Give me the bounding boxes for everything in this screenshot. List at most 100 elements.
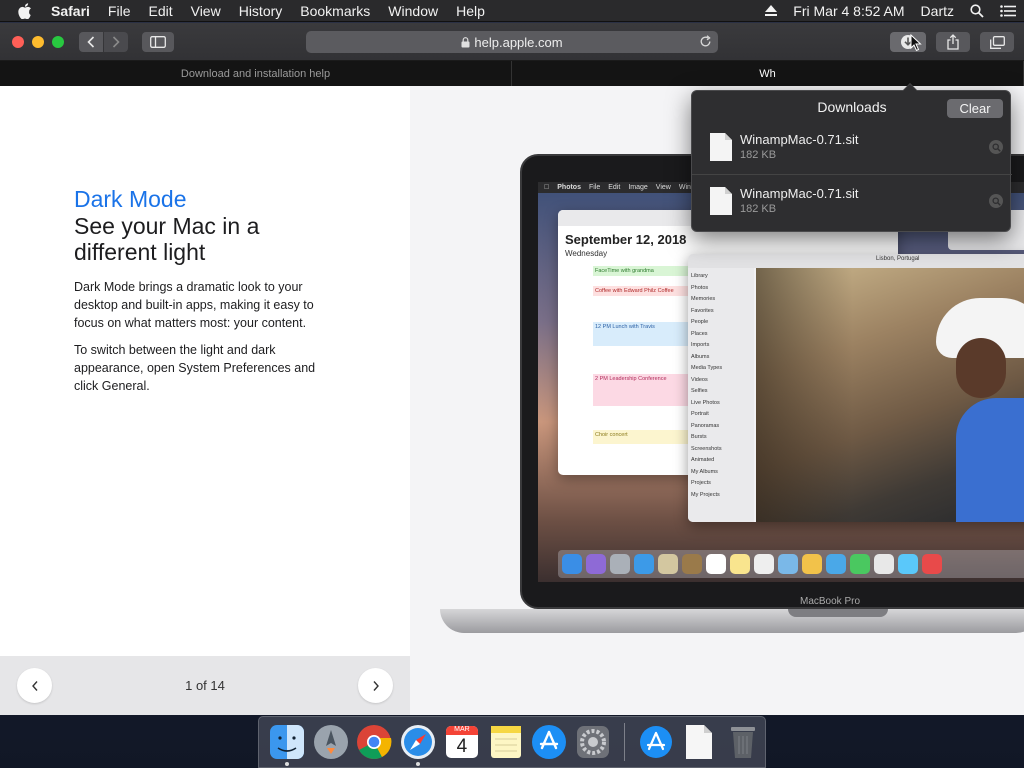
mock-sidebar-item: My Projects	[691, 491, 720, 498]
mock-sidebar-item: Videos	[691, 376, 708, 383]
app-store-icon	[532, 725, 567, 759]
download-filesize: 182 KB	[740, 149, 777, 161]
lock-icon	[461, 36, 470, 48]
mock-photos-window: Library Photos Memories Favorites People…	[688, 254, 1024, 522]
menu-user[interactable]: Dartz	[913, 3, 962, 19]
mock-sidebar-item: Places	[691, 330, 708, 337]
downloads-button[interactable]	[890, 32, 926, 52]
chevron-right-icon	[372, 680, 379, 691]
mock-photo-shirt	[956, 398, 1024, 522]
calendar-day: 4	[456, 736, 468, 757]
running-indicator	[285, 762, 289, 766]
download-item[interactable]: WinampMac-0.71.sit 182 KB	[692, 122, 1012, 175]
mock-sidebar-item: Library	[691, 273, 708, 279]
slide-pager: 1 of 14	[0, 656, 410, 715]
mock-photo-location: Lisbon, Portugal	[876, 256, 920, 262]
address-bar[interactable]: help.apple.com	[306, 31, 718, 53]
show-in-finder-button[interactable]	[989, 194, 1003, 208]
clear-downloads-button[interactable]: Clear	[947, 99, 1003, 118]
reload-icon[interactable]	[699, 35, 712, 48]
mock-dock-icon	[634, 554, 654, 574]
close-window-button[interactable]	[12, 36, 24, 48]
mock-dock-icon	[706, 554, 726, 574]
tabs-overview-icon	[989, 35, 1005, 49]
dock-separator	[623, 723, 625, 761]
dock-calendar[interactable]: MAR 4	[443, 723, 481, 761]
tab-whats-new[interactable]: Wh	[512, 61, 1024, 86]
popover-arrow-inner	[903, 84, 917, 91]
mock-sidebar-item: Bursts	[691, 434, 707, 440]
menu-file[interactable]: File	[99, 3, 140, 19]
mock-menu-image: Image	[623, 184, 647, 191]
sidebar-toggle-button[interactable]	[142, 32, 174, 52]
previous-slide-button[interactable]	[17, 668, 52, 703]
dock-document[interactable]	[681, 723, 719, 761]
notification-center-icon[interactable]	[992, 4, 1024, 17]
menu-app-safari[interactable]: Safari	[42, 3, 99, 19]
notes-icon	[490, 726, 521, 758]
minimize-window-button[interactable]	[32, 36, 44, 48]
mock-sidebar-item: Photos	[691, 284, 709, 291]
feature-text-panel: Dark Mode See your Mac in a different li…	[0, 86, 410, 715]
dock-system-preferences[interactable]	[574, 723, 612, 761]
running-indicator	[416, 762, 421, 766]
chevron-left-icon	[31, 680, 38, 691]
dock-app-store[interactable]	[530, 723, 568, 761]
menu-help[interactable]: Help	[447, 3, 494, 19]
dock: MAR 4	[258, 716, 766, 768]
dock-safari[interactable]	[399, 723, 437, 766]
trash-icon	[731, 727, 756, 758]
mock-photo-face	[956, 338, 1006, 398]
chevron-right-icon	[112, 36, 120, 48]
menu-clock[interactable]: Fri Mar 4 8:52 AM	[785, 3, 912, 19]
tab-download-help[interactable]: Download and installation help	[0, 61, 512, 86]
mock-calendar-date: September 12, 2018	[565, 232, 687, 247]
forward-button[interactable]	[104, 32, 128, 52]
download-item[interactable]: WinampMac-0.71.sit 182 KB	[692, 176, 1012, 229]
macbook-screen:  Photos File Edit Image View Window Sep…	[538, 182, 1024, 582]
document-icon	[686, 725, 713, 759]
slide-counter: 1 of 14	[185, 678, 225, 693]
menu-history[interactable]: History	[230, 3, 292, 19]
show-in-finder-button[interactable]	[989, 140, 1003, 154]
mock-photos-sidebar: Library Photos Memories Favorites People…	[688, 268, 754, 522]
dock-finder[interactable]	[268, 723, 306, 766]
menu-edit[interactable]: Edit	[139, 3, 181, 19]
menu-window[interactable]: Window	[379, 3, 447, 19]
back-button[interactable]	[79, 32, 103, 52]
safari-toolbar: help.apple.com	[0, 23, 1024, 61]
share-icon	[947, 34, 959, 50]
mock-sidebar-item: People	[691, 319, 709, 325]
mock-sidebar-item: Projects	[691, 480, 711, 486]
system-preferences-icon	[577, 726, 609, 758]
feature-headline: See your Mac in a different light	[74, 213, 260, 265]
dock-chrome[interactable]	[355, 723, 393, 761]
mock-calendar-day: Wednesday	[565, 249, 608, 258]
finder-icon	[269, 725, 304, 759]
mock-dock-icon	[586, 554, 606, 574]
menu-bar: Safari File Edit View History Bookmarks …	[0, 0, 1024, 22]
dock-launchpad[interactable]	[312, 723, 350, 761]
next-slide-button[interactable]	[358, 668, 393, 703]
spotlight-icon[interactable]	[962, 3, 992, 18]
dock-downloads-stack[interactable]	[637, 723, 675, 761]
mock-sidebar-item: Imports	[691, 342, 710, 348]
mock-dock-icon	[850, 554, 870, 574]
mock-dock-icon	[898, 554, 918, 574]
zoom-window-button[interactable]	[52, 36, 64, 48]
mock-sidebar-item: Panoramas	[691, 422, 720, 429]
eject-icon[interactable]	[757, 5, 785, 16]
mock-dock-icon	[658, 554, 678, 574]
mouse-cursor-icon	[910, 34, 922, 52]
apple-menu-icon[interactable]	[8, 2, 42, 19]
chevron-left-icon	[87, 36, 95, 48]
document-file-icon	[710, 133, 732, 161]
show-all-tabs-button[interactable]	[980, 32, 1014, 52]
mock-menu-view: View	[650, 184, 671, 191]
tab-bar: Download and installation help Wh	[0, 61, 1024, 86]
dock-trash[interactable]	[724, 723, 762, 761]
share-button[interactable]	[936, 32, 970, 52]
menu-bookmarks[interactable]: Bookmarks	[291, 3, 379, 19]
dock-notes[interactable]	[487, 723, 525, 761]
menu-view[interactable]: View	[182, 3, 230, 19]
